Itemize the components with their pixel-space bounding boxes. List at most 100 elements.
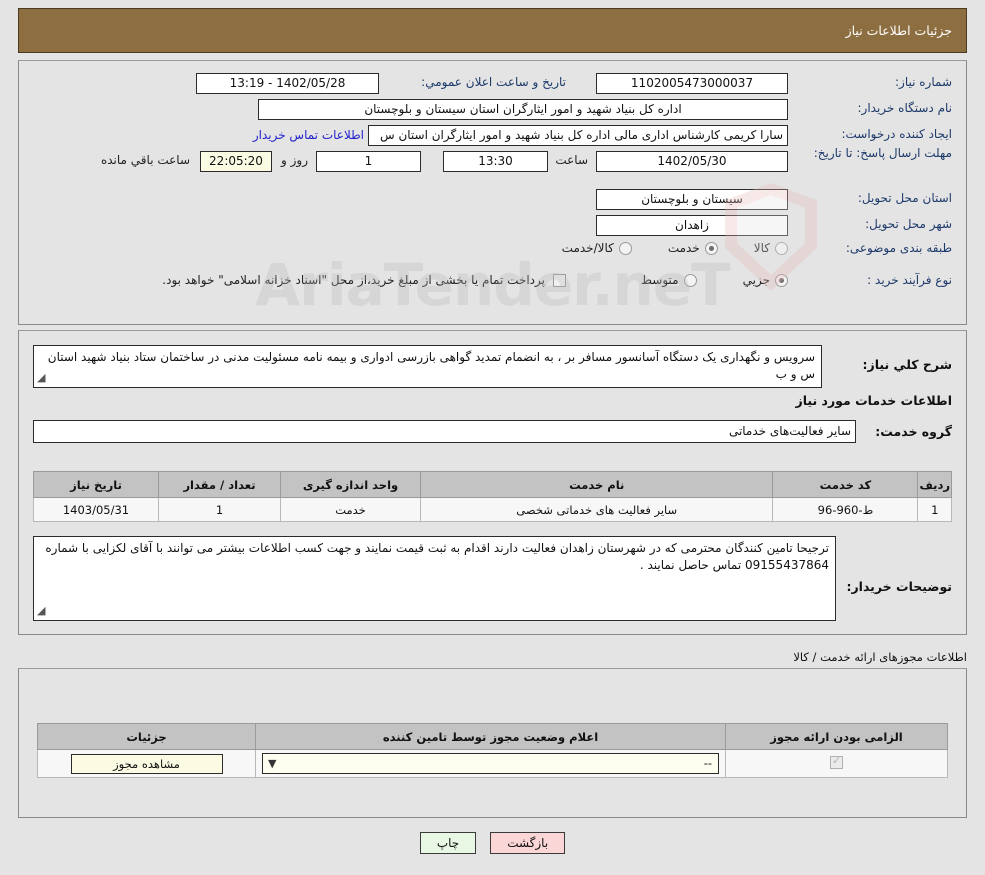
category-options: کالا خدمت کالا/خدمت [562,241,788,255]
countdown-field: 22:05:20 [200,151,272,172]
cell-row: 1 [917,497,952,522]
resize-grip-icon[interactable]: ◣ [37,369,45,386]
need-description-panel: شرح کلي نیاز: سرویس و نگهداری یک دستگاه … [18,330,967,635]
cell-service-name: سایر فعالیت های خدماتی شخصی [419,497,774,522]
buyer-org-row: نام دستگاه خریدار: [858,101,953,115]
category-option-kala-khedmat-label: کالا/خدمت [561,241,614,255]
licenses-panel: الزامی بودن ارائه مجوز اعلام وضعیت مجوز … [18,668,967,818]
service-group-label: گروه خدمت: [875,424,952,439]
process-option-motavasset-label: متوسط [640,273,679,287]
deadline-date-field: 1402/05/30 [596,151,788,172]
deadline-time-field: 13:30 [443,151,548,172]
service-group-field: سایر فعالیت‌های خدماتی [33,420,856,443]
category-option-kala-khedmat[interactable]: کالا/خدمت [562,241,632,255]
province-label: استان محل تحویل: [857,191,952,205]
radio-motavasset-icon[interactable] [683,273,697,287]
th-need-date: تاریخ نیاز [33,471,159,498]
category-option-khedmat-label: خدمت [667,241,700,255]
cell-qty: 1 [158,497,281,522]
deadline-row: مهلت ارسال پاسخ: تا تاریخ: [802,145,952,161]
services-table: ردیف کد خدمت نام خدمت واحد اندازه گیری ت… [33,471,952,522]
process-row: نوع فرآیند خرید : [867,273,952,287]
need-info-panel: شماره نیاز: 1102005473000037 تاریخ و ساع… [18,60,967,325]
cell-license-required [725,749,948,778]
cell-need-date: 1403/05/31 [33,497,159,522]
process-option-jozi[interactable]: جزیي [743,273,788,287]
cell-unit: خدمت [280,497,421,522]
table-row: 1 ط-960-96 سایر فعالیت های خدماتی شخصی خ… [33,497,952,522]
th-qty: تعداد / مقدار [158,471,281,498]
category-label: طبقه بندی موضوعی: [845,241,952,255]
need-description-textarea[interactable]: سرویس و نگهداری یک دستگاه آسانسور مسافر … [33,345,822,388]
services-table-header-row: ردیف کد خدمت نام خدمت واحد اندازه گیری ت… [33,471,952,498]
creator-row: ایجاد کننده درخواست: [841,127,952,141]
category-row: طبقه بندی موضوعی: [846,241,952,255]
category-option-kala[interactable]: کالا [754,241,788,255]
treasury-checkbox[interactable] [553,274,566,287]
license-required-checkbox [830,754,843,769]
city-row: شهر محل تحویل: [865,217,952,231]
category-option-khedmat[interactable]: خدمت [668,241,718,255]
license-status-select[interactable]: ▼ -- [262,753,719,774]
buyer-contact-link[interactable]: اطلاعات تماس خریدار [253,128,364,142]
announce-label-row: تاریخ و ساعت اعلان عمومي: [421,75,566,89]
province-field: سیستان و بلوچستان [596,189,788,210]
services-section-title: اطلاعات خدمات مورد نیاز [795,393,953,408]
th-service-code: کد خدمت [772,471,919,498]
th-license-required: الزامی بودن ارائه مجوز [725,723,948,750]
buyer-notes-label: توضیحات خریدار: [846,579,952,594]
category-option-kala-label: کالا [753,241,770,255]
countdown-label: ساعت باقي مانده [100,153,190,167]
th-license-details: جزئیات [37,723,256,750]
need-number-label: شماره نیاز: [895,75,952,89]
need-number-row: شماره نیاز: [895,75,952,89]
treasury-text: پرداخت تمام یا بخشی از مبلغ خرید،از محل … [162,273,545,287]
process-options: جزیي متوسط [641,273,788,287]
need-description-label: شرح کلي نیاز: [862,357,952,372]
buyer-org-field: اداره کل بنیاد شهید و امور ایثارگران است… [258,99,788,120]
process-option-motavasset[interactable]: متوسط [641,273,697,287]
radio-khedmat-icon[interactable] [704,241,718,255]
need-description-value: سرویس و نگهداری یک دستگاه آسانسور مسافر … [47,350,815,381]
th-service-name: نام خدمت [419,471,774,498]
services-table-wrap: ردیف کد خدمت نام خدمت واحد اندازه گیری ت… [33,471,952,522]
creator-label: ایجاد کننده درخواست: [841,127,952,141]
licenses-table: الزامی بودن ارائه مجوز اعلام وضعیت مجوز … [37,723,948,778]
th-license-status: اعلام وضعیت مجوز توسط تامین کننده [255,723,726,750]
table-row: ▼ -- مشاهده مجوز [37,749,948,778]
resize-grip-icon-2[interactable]: ◣ [37,602,45,619]
city-label: شهر محل تحویل: [865,217,952,231]
licenses-table-header-row: الزامی بودن ارائه مجوز اعلام وضعیت مجوز … [37,723,948,750]
th-row: ردیف [917,471,952,498]
licenses-table-wrap: الزامی بودن ارائه مجوز اعلام وضعیت مجوز … [37,723,948,778]
cell-service-code: ط-960-96 [772,497,919,522]
buyer-notes-value: ترجیحا تامین کنندگان محترمی که در شهرستا… [45,541,829,572]
view-license-button[interactable]: مشاهده مجوز [70,753,223,774]
footer-buttons: بازگشت چاپ [0,832,985,854]
cell-license-details: مشاهده مجوز [37,749,256,778]
process-option-jozi-label: جزیي [742,273,770,287]
deadline-days-label: روز و [281,153,308,167]
buyer-org-label: نام دستگاه خریدار: [857,101,953,115]
th-unit: واحد اندازه گیری [280,471,421,498]
creator-field: سارا کریمی کارشناس اداری مالی اداره کل ب… [368,125,788,146]
print-button[interactable]: چاپ [419,832,477,854]
need-number-field: 1102005473000037 [596,73,788,94]
chevron-down-icon: ▼ [268,757,277,770]
license-status-value: -- [703,756,712,770]
deadline-hour-label: ساعت [555,153,588,167]
process-label: نوع فرآیند خرید : [867,273,952,287]
province-row: استان محل تحویل: [858,191,952,205]
buyer-notes-textarea[interactable]: ترجیحا تامین کنندگان محترمی که در شهرستا… [33,536,836,621]
back-button[interactable]: بازگشت [490,832,566,854]
radio-jozi-icon[interactable] [775,273,788,287]
radio-kala-khedmat-icon[interactable] [618,241,632,255]
deadline-days-field: 1 [316,151,421,172]
page-title: جزئیات اطلاعات نیاز [845,23,952,38]
radio-kala-icon[interactable] [775,241,788,255]
announce-datetime-field: 1402/05/28 - 13:19 [196,73,379,94]
licenses-section-title: اطلاعات مجوزهای ارائه خدمت / کالا [793,650,967,664]
city-field: زاهدان [596,215,788,236]
deadline-label: مهلت ارسال پاسخ: تا تاریخ: [813,146,952,160]
page-header: جزئیات اطلاعات نیاز [18,8,967,53]
